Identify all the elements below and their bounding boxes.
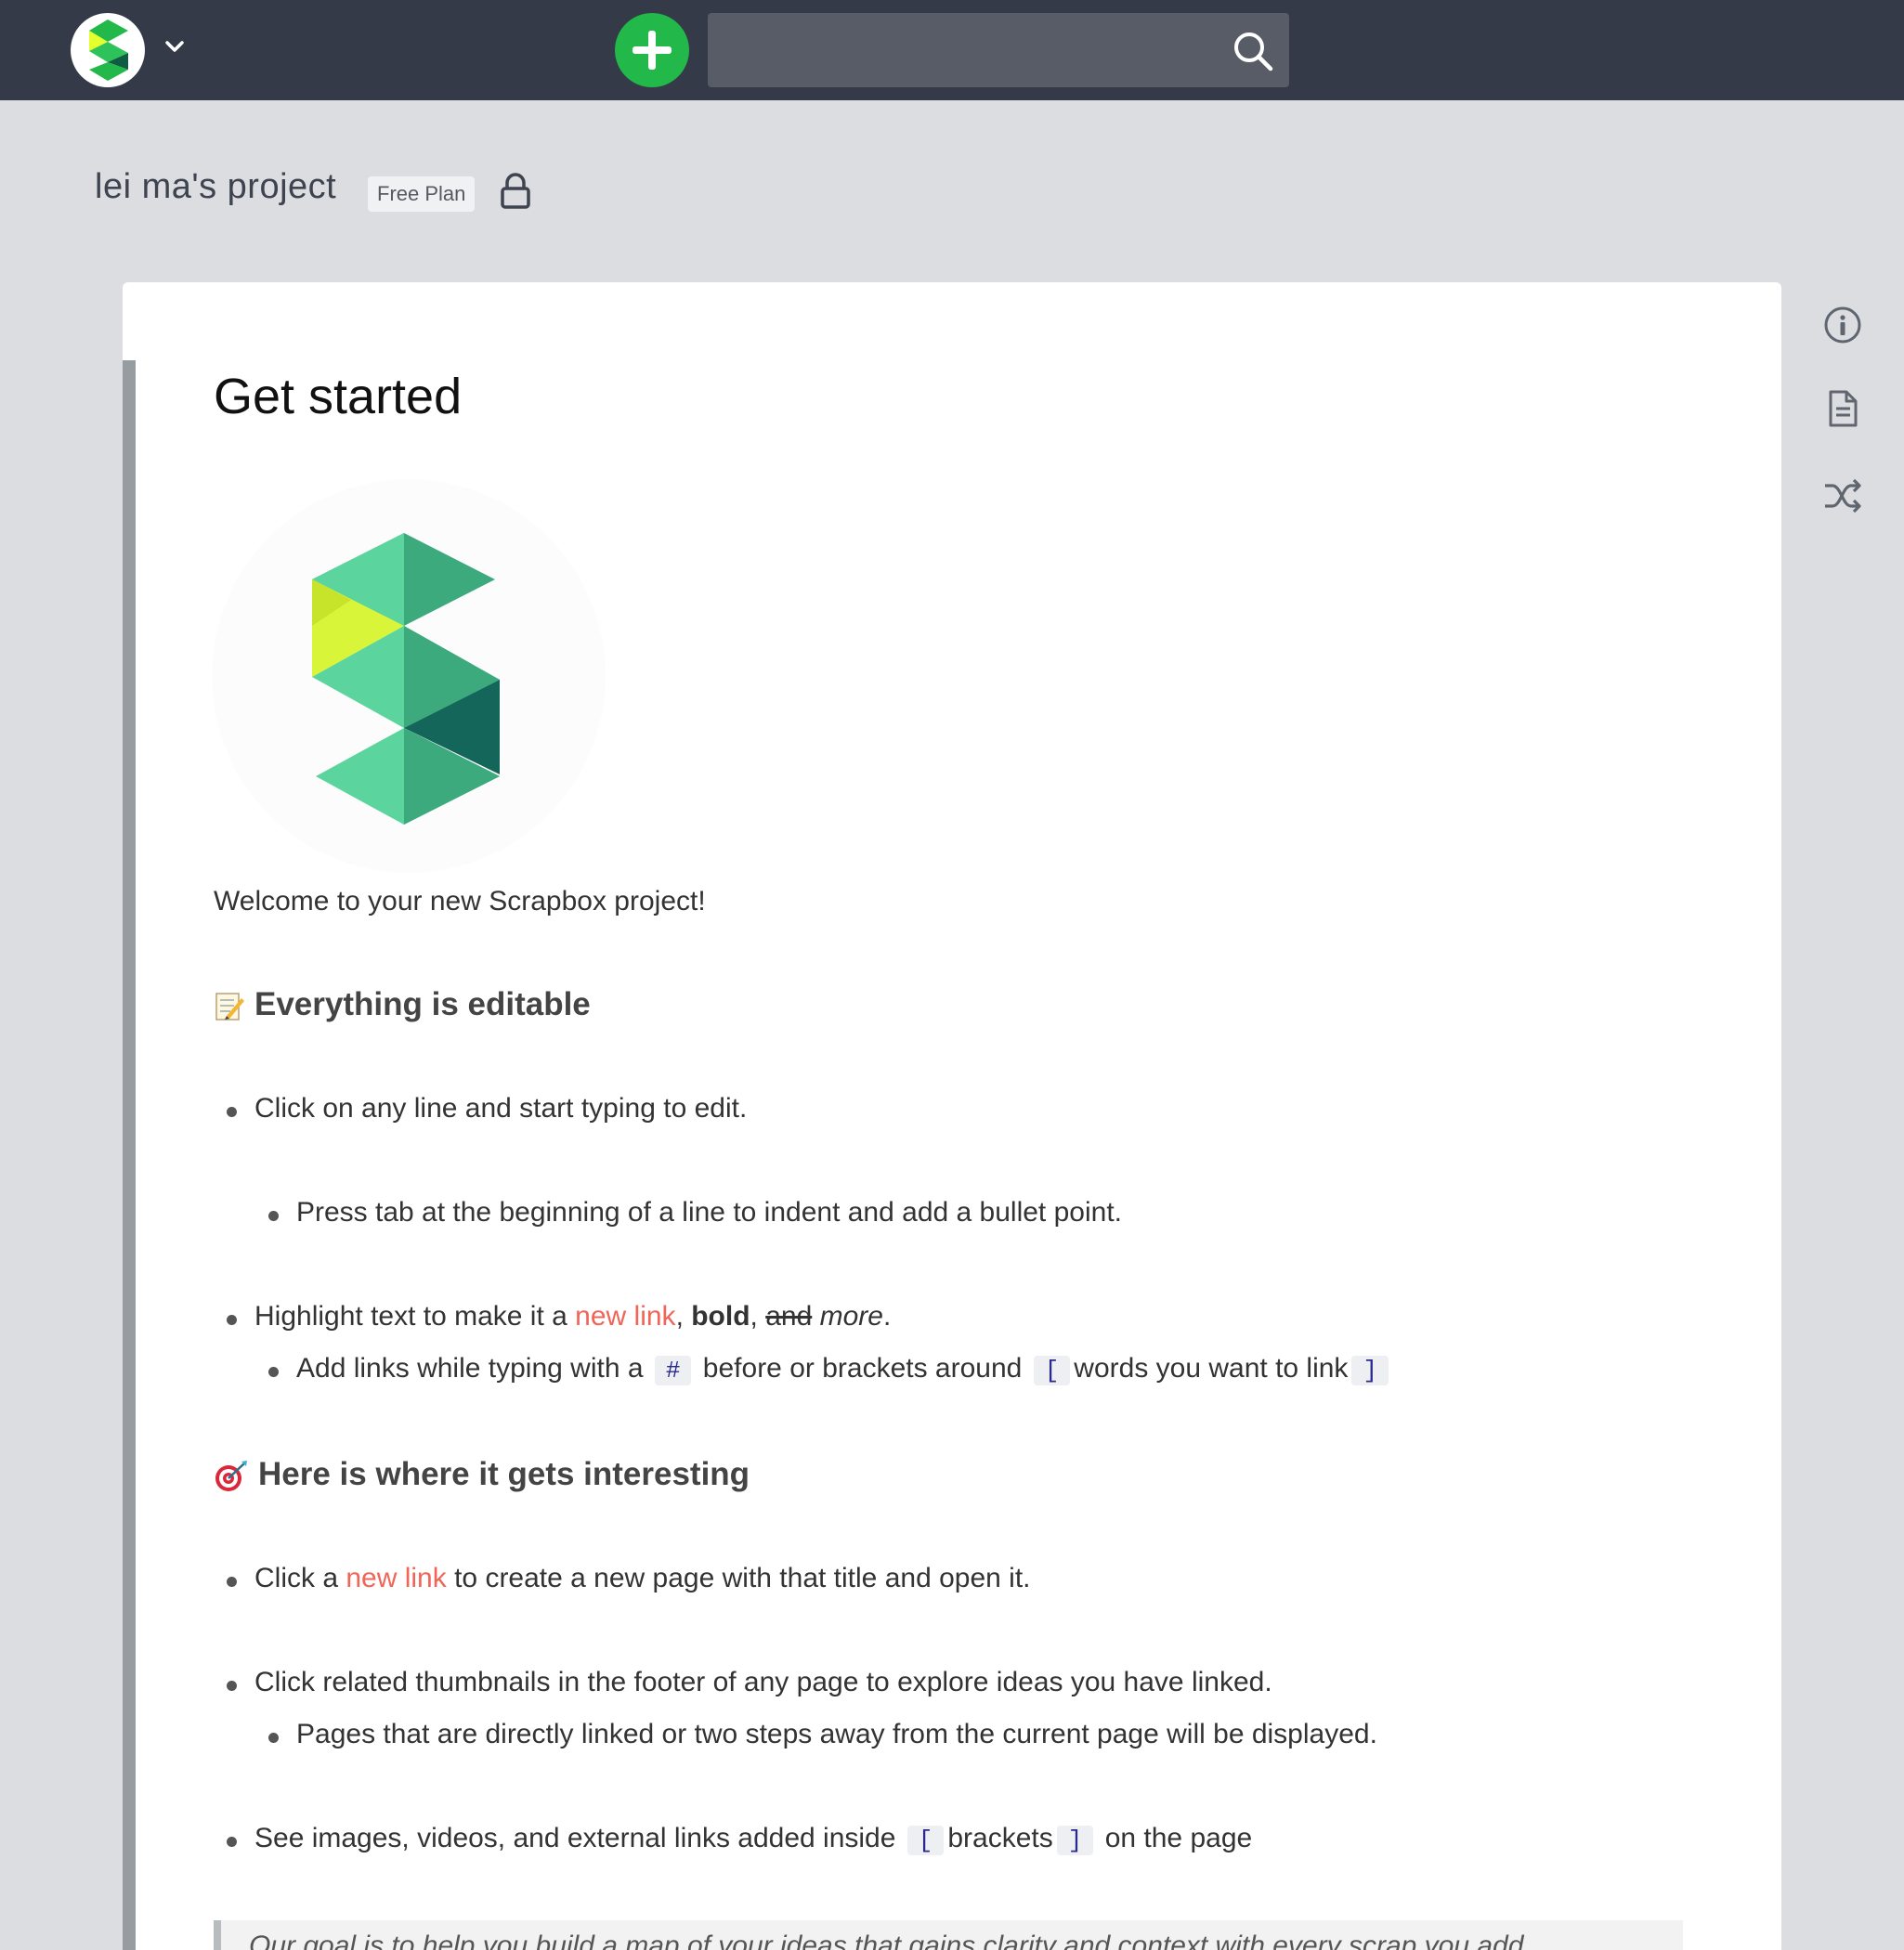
list-item[interactable]: Pages that are directly linked or two st… — [268, 1719, 1377, 1750]
list-item[interactable]: Add links while typing with a # before o… — [268, 1353, 1392, 1385]
bullet-dot — [268, 1733, 279, 1743]
section-heading-interesting[interactable]: Here is where it gets interesting — [214, 1456, 750, 1493]
chevron-down-icon — [165, 41, 184, 52]
list-item-text: See images, videos, and external links a… — [254, 1823, 904, 1853]
list-item-text: Highlight text to make it a — [254, 1301, 576, 1332]
bold-text: bold — [691, 1301, 750, 1332]
list-item-text: , — [750, 1301, 766, 1332]
search-input[interactable] — [708, 13, 1209, 87]
list-item-text — [812, 1301, 819, 1332]
list-item-text: Press tab at the beginning of a line to … — [296, 1197, 1122, 1228]
code-snippet: # — [654, 1356, 692, 1385]
list-item[interactable]: Press tab at the beginning of a line to … — [268, 1197, 1122, 1228]
scrapbox-logo-icon — [89, 20, 128, 81]
list-item-text: to create a new page with that title and… — [446, 1563, 1031, 1593]
list-item-text: Pages that are directly linked or two st… — [296, 1719, 1377, 1749]
list-item-text: on the page — [1097, 1823, 1253, 1853]
section-heading-text: Here is where it gets interesting — [258, 1456, 750, 1492]
list-item-text: Click on any line and start typing to ed… — [254, 1093, 748, 1124]
bullet-dot — [227, 1315, 237, 1325]
line-cursor-bar — [123, 360, 136, 1950]
shuffle-icon[interactable] — [1822, 475, 1863, 516]
code-snippet: [ — [906, 1826, 945, 1855]
list-item[interactable]: See images, videos, and external links a… — [227, 1823, 1253, 1855]
plus-icon — [632, 31, 672, 70]
welcome-text[interactable]: Welcome to your new Scrapbox project! — [214, 886, 706, 917]
top-navbar — [0, 0, 1904, 100]
document-icon[interactable] — [1822, 388, 1863, 429]
project-logo-button[interactable] — [71, 13, 145, 87]
plan-badge[interactable]: Free Plan — [368, 176, 476, 212]
scrapbox-logo-icon — [312, 533, 500, 825]
bullet-dot — [227, 1107, 237, 1117]
list-item-text: before or brackets around — [695, 1353, 1030, 1384]
code-snippet: ] — [1351, 1356, 1389, 1385]
memo-icon — [215, 993, 244, 1020]
section-heading-editable[interactable]: Everything is editable — [214, 986, 591, 1023]
bullet-dot — [268, 1211, 279, 1221]
list-item-text: Click a — [254, 1563, 346, 1593]
bullet-dot — [227, 1837, 237, 1847]
bullet-dot — [268, 1367, 279, 1377]
list-item-text: Click related thumbnails in the footer o… — [254, 1667, 1272, 1697]
bullet-dot — [227, 1577, 237, 1587]
list-item-text: Add links while typing with a — [296, 1353, 651, 1384]
code-snippet: [ — [1033, 1356, 1071, 1385]
italic-text: more — [819, 1301, 883, 1332]
info-icon[interactable] — [1822, 305, 1863, 345]
lock-icon[interactable] — [499, 173, 532, 210]
list-item-text: , — [675, 1301, 692, 1332]
new-page-button[interactable] — [615, 13, 689, 87]
blockquote[interactable]: Our goal is to help you build a map of y… — [214, 1920, 1683, 1950]
list-item[interactable]: Click related thumbnails in the footer o… — [227, 1667, 1272, 1698]
page-content: Get started Welcome to your new Scrapbox… — [123, 282, 1781, 1950]
bullet-dot — [227, 1681, 237, 1691]
list-item[interactable]: Click on any line and start typing to ed… — [227, 1093, 748, 1124]
list-item-text: . — [882, 1301, 892, 1332]
scrapbox-logo-image[interactable] — [212, 479, 606, 873]
project-name[interactable]: lei ma's project — [95, 167, 336, 207]
list-item-text: words you want to link — [1074, 1353, 1349, 1384]
search-icon[interactable] — [1232, 30, 1274, 72]
list-item-text: brackets — [947, 1823, 1053, 1853]
list-item[interactable]: Highlight text to make it a new link, bo… — [227, 1301, 892, 1332]
search-box — [708, 13, 1289, 87]
new-link[interactable]: new link — [346, 1563, 446, 1593]
code-snippet: ] — [1056, 1826, 1094, 1855]
target-icon — [215, 1460, 247, 1491]
new-link[interactable]: new link — [575, 1301, 675, 1332]
page-title[interactable]: Get started — [214, 368, 462, 425]
section-heading-text: Everything is editable — [254, 986, 591, 1022]
list-item[interactable]: Click a new link to create a new page wi… — [227, 1563, 1031, 1594]
strikethrough-text: and — [765, 1301, 813, 1332]
project-menu-toggle[interactable] — [162, 33, 188, 59]
